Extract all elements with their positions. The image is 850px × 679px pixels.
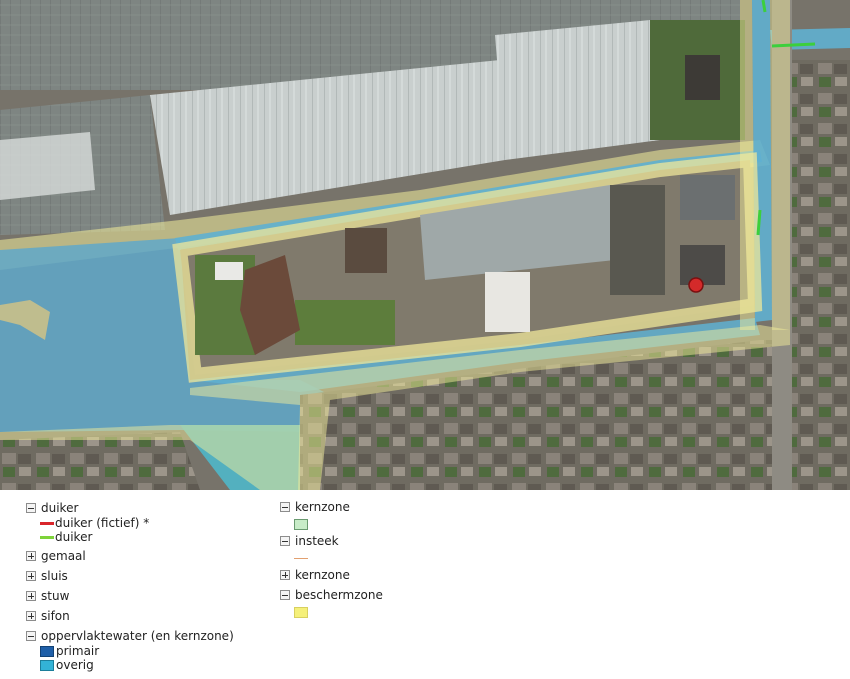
expand-toggle-icon[interactable] bbox=[26, 611, 36, 621]
legend-label-beschermzone: beschermzone bbox=[295, 588, 383, 602]
legend-item-duiker: duiker bbox=[26, 530, 149, 544]
map-viewer[interactable] bbox=[0, 0, 850, 490]
dark-shed bbox=[610, 185, 665, 295]
legend-item-beschermzone-swatch bbox=[280, 603, 383, 621]
greenhouse-right bbox=[495, 20, 660, 160]
beschermzone-swatch-icon bbox=[294, 606, 308, 618]
collapse-toggle-icon[interactable] bbox=[280, 502, 290, 512]
white-building bbox=[485, 272, 530, 332]
house-parcel bbox=[680, 175, 735, 220]
legend-item-label: duiker (fictief) * bbox=[55, 516, 150, 530]
legend-header-kernzone-2[interactable]: kernzone bbox=[280, 567, 350, 583]
expand-toggle-icon[interactable] bbox=[280, 570, 290, 580]
kernzone-swatch-icon bbox=[294, 518, 308, 530]
expand-toggle-icon[interactable] bbox=[26, 551, 36, 561]
legend-group-sifon: sifon bbox=[26, 608, 70, 624]
overig-swatch-icon bbox=[40, 659, 54, 671]
shed-white bbox=[215, 262, 243, 280]
residential-right bbox=[790, 60, 850, 340]
duiker-culvert-2[interactable] bbox=[771, 42, 816, 48]
green-line-icon bbox=[40, 535, 54, 539]
legend-item-label: primair bbox=[56, 644, 100, 658]
residential-left bbox=[0, 432, 200, 490]
legend-label-stuw: stuw bbox=[41, 589, 70, 603]
legend-header-kernzone[interactable]: kernzone bbox=[280, 499, 350, 515]
house-parcel-2 bbox=[680, 245, 725, 285]
legend-header-insteek[interactable]: insteek bbox=[280, 533, 339, 549]
legend-item-duiker-fictief: duiker (fictief) * bbox=[26, 516, 149, 530]
legend-label-oppervlaktewater: oppervlaktewater (en kernzone) bbox=[41, 629, 234, 643]
legend-label-insteek: insteek bbox=[295, 534, 339, 548]
legend-label-kernzone: kernzone bbox=[295, 500, 350, 514]
legend-item-label: overig bbox=[56, 658, 94, 672]
legend-header-oppervlaktewater[interactable]: oppervlaktewater (en kernzone) bbox=[26, 628, 234, 644]
legend-group-kernzone-2: kernzone bbox=[280, 567, 350, 583]
collapse-toggle-icon[interactable] bbox=[26, 631, 36, 641]
legend-item-overig: overig bbox=[26, 658, 234, 672]
legend-header-stuw[interactable]: stuw bbox=[26, 588, 69, 604]
legend-label-duiker: duiker bbox=[41, 501, 79, 515]
legend-header-sluis[interactable]: sluis bbox=[26, 568, 68, 584]
legend-group-insteek: insteek bbox=[280, 533, 339, 567]
legend-item-label: duiker bbox=[55, 530, 93, 544]
collapse-toggle-icon[interactable] bbox=[280, 590, 290, 600]
location-marker[interactable] bbox=[688, 277, 704, 293]
collapse-toggle-icon[interactable] bbox=[26, 503, 36, 513]
beschermzone-right-2 bbox=[770, 0, 790, 330]
house-top-right bbox=[685, 55, 720, 100]
legend-label-kernzone-2: kernzone bbox=[295, 568, 350, 582]
legend-group-gemaal: gemaal bbox=[26, 548, 86, 564]
insteek-line-icon bbox=[294, 557, 308, 559]
legend-label-sifon: sifon bbox=[41, 609, 70, 623]
red-line-icon bbox=[40, 521, 54, 525]
legend-group-duiker: duiker duiker (fictief) * duiker bbox=[26, 500, 149, 544]
legend-item-kernzone-swatch bbox=[280, 515, 350, 533]
legend-label-gemaal: gemaal bbox=[41, 549, 86, 563]
legend-item-insteek-line bbox=[280, 549, 339, 567]
legend-group-oppervlaktewater: oppervlaktewater (en kernzone) primair o… bbox=[26, 628, 234, 672]
greenhouse-strip bbox=[0, 132, 95, 200]
legend-group-beschermzone: beschermzone bbox=[280, 587, 383, 621]
aerial-map[interactable] bbox=[0, 0, 850, 490]
legend-header-beschermzone[interactable]: beschermzone bbox=[280, 587, 383, 603]
map-legend: duiker duiker (fictief) * duiker gemaal … bbox=[0, 490, 850, 679]
legend-group-sluis: sluis bbox=[26, 568, 68, 584]
legend-group-stuw: stuw bbox=[26, 588, 69, 604]
barn bbox=[345, 228, 387, 273]
legend-header-gemaal[interactable]: gemaal bbox=[26, 548, 86, 564]
duiker-culvert-3[interactable] bbox=[756, 209, 762, 236]
primair-swatch-icon bbox=[40, 645, 54, 657]
legend-item-primair: primair bbox=[26, 644, 234, 658]
expand-toggle-icon[interactable] bbox=[26, 571, 36, 581]
legend-group-kernzone-1: kernzone bbox=[280, 499, 350, 533]
legend-header-sifon[interactable]: sifon bbox=[26, 608, 70, 624]
legend-label-sluis: sluis bbox=[41, 569, 68, 583]
lawn-center bbox=[295, 300, 395, 345]
collapse-toggle-icon[interactable] bbox=[280, 536, 290, 546]
duiker-culvert-1[interactable] bbox=[761, 0, 767, 13]
expand-toggle-icon[interactable] bbox=[26, 591, 36, 601]
legend-header-duiker[interactable]: duiker bbox=[26, 500, 149, 516]
